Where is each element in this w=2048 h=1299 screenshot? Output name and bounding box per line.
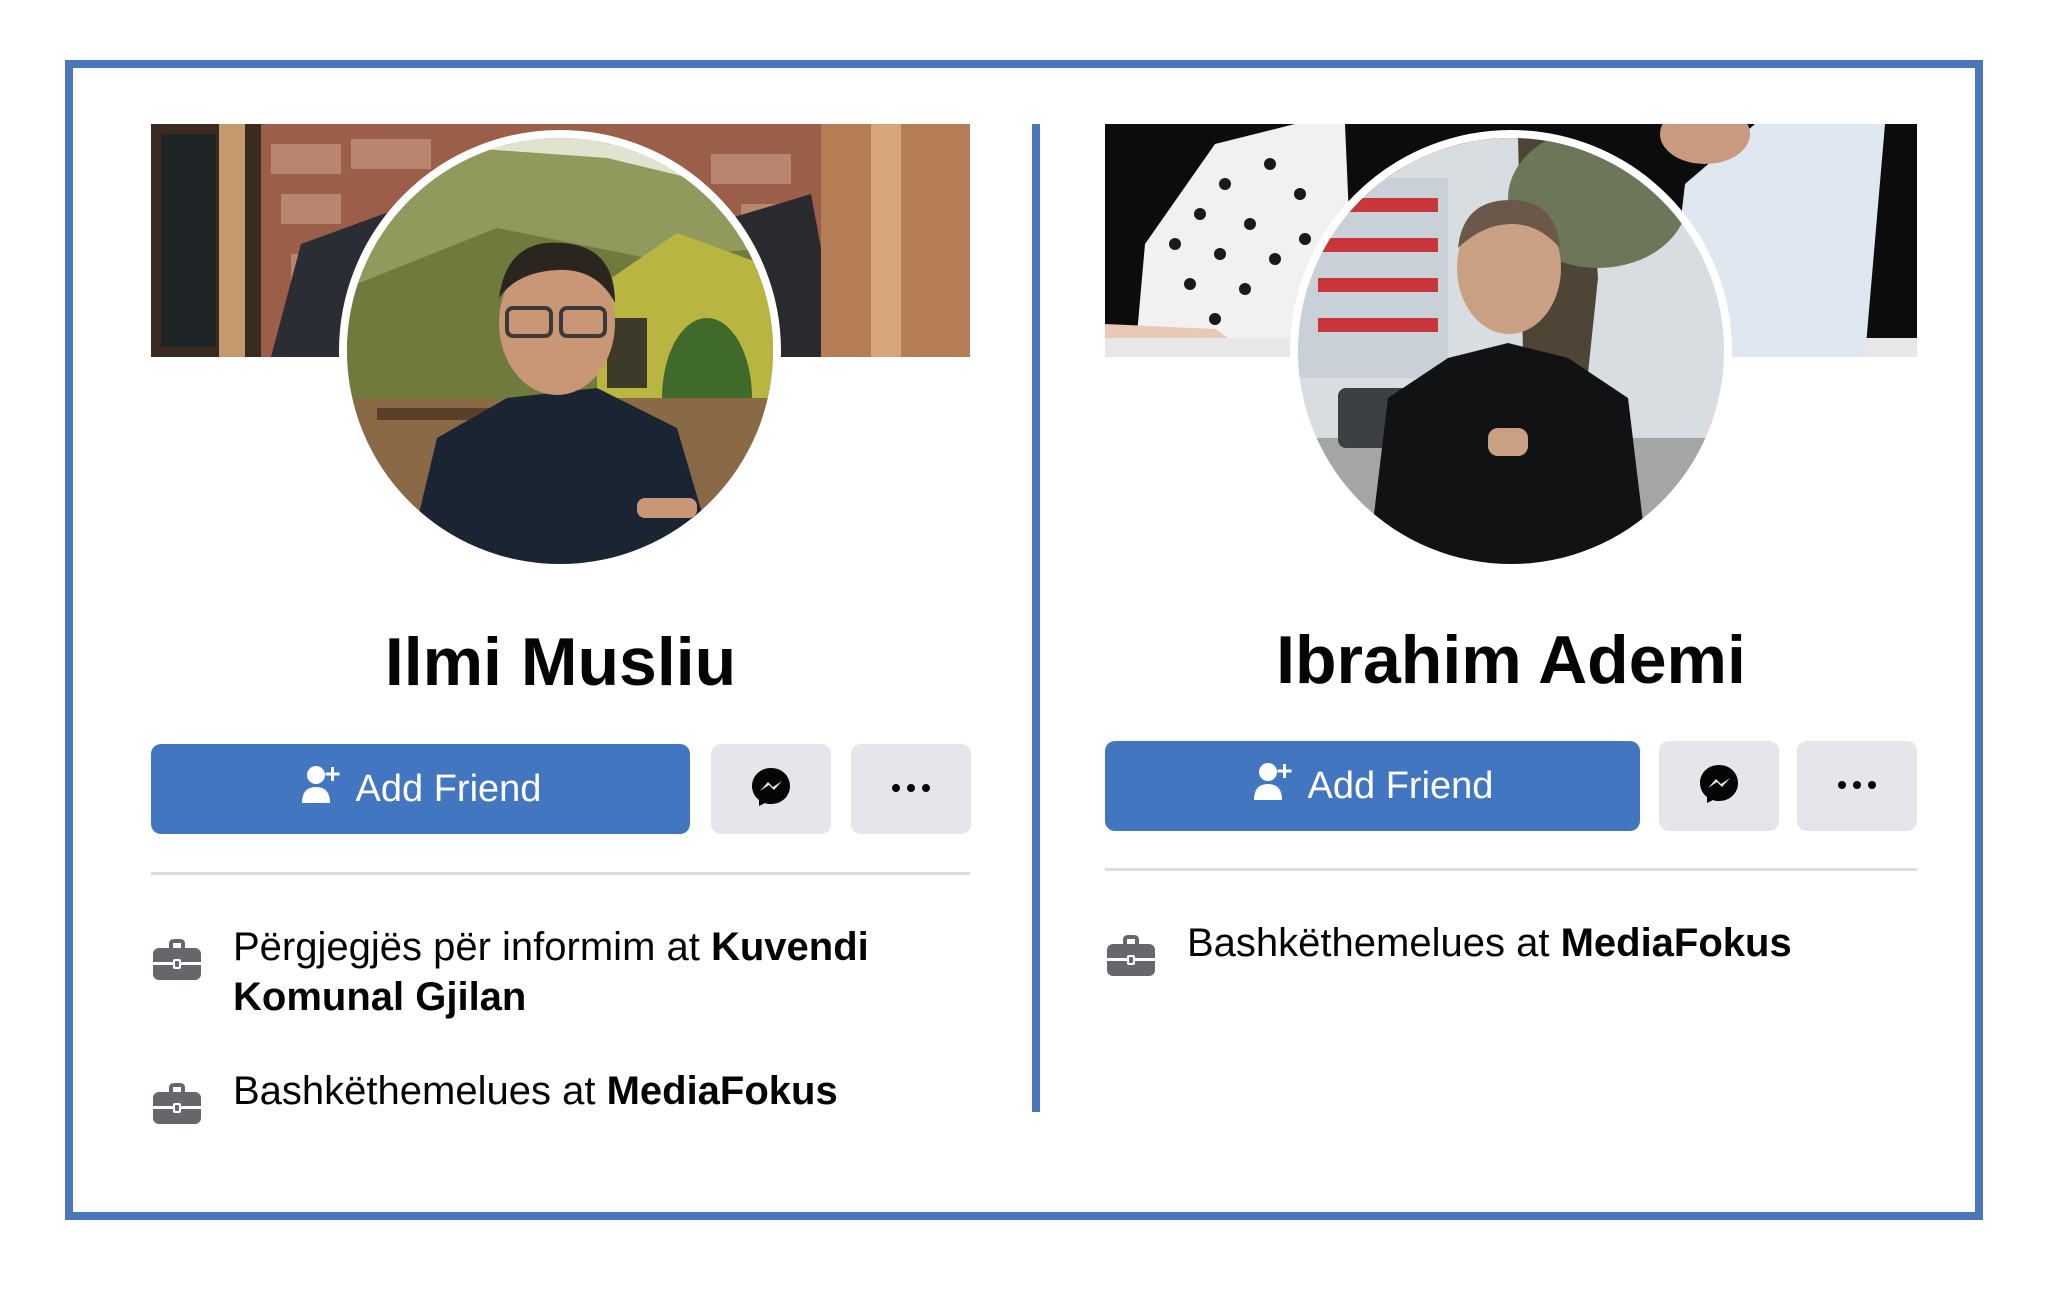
add-friend-label: Add Friend: [1307, 764, 1494, 807]
separator: [151, 872, 970, 875]
work-item: Përgjegjës për informim at Kuvendi Komun…: [151, 922, 951, 1022]
person-add-icon: [300, 763, 342, 815]
profile-name: Ibrahim Ademi: [1276, 622, 1746, 698]
add-friend-button[interactable]: Add Friend: [1105, 741, 1640, 831]
briefcase-icon: [1105, 930, 1157, 982]
message-button[interactable]: [1659, 741, 1779, 831]
more-horizontal-icon: [891, 780, 931, 798]
briefcase-icon: [151, 1078, 203, 1130]
work-item: Bashkëthemelues at MediaFokus: [151, 1066, 951, 1130]
work-prefix: Bashkëthemelues at: [1187, 921, 1561, 965]
messenger-icon: [1698, 763, 1740, 810]
work-prefix: Bashkëthemelues at: [233, 1069, 607, 1113]
work-item: Bashkëthemelues at MediaFokus: [1105, 918, 1905, 982]
more-options-button[interactable]: [851, 744, 971, 834]
column-divider: [1032, 124, 1040, 1112]
profile-picture[interactable]: [339, 130, 781, 572]
person-add-icon: [1252, 760, 1294, 812]
add-friend-label: Add Friend: [355, 767, 542, 810]
profile-picture[interactable]: [1290, 130, 1732, 572]
separator: [1105, 868, 1917, 871]
more-horizontal-icon: [1837, 777, 1877, 795]
profile-name: Ilmi Musliu: [384, 624, 737, 700]
message-button[interactable]: [711, 744, 831, 834]
work-prefix: Përgjegjës për informim at: [233, 925, 711, 969]
more-options-button[interactable]: [1797, 741, 1917, 831]
add-friend-button[interactable]: Add Friend: [151, 744, 690, 834]
work-org-link[interactable]: MediaFokus: [1561, 921, 1792, 965]
work-org-link[interactable]: MediaFokus: [607, 1069, 838, 1113]
messenger-icon: [750, 766, 792, 813]
briefcase-icon: [151, 934, 203, 986]
